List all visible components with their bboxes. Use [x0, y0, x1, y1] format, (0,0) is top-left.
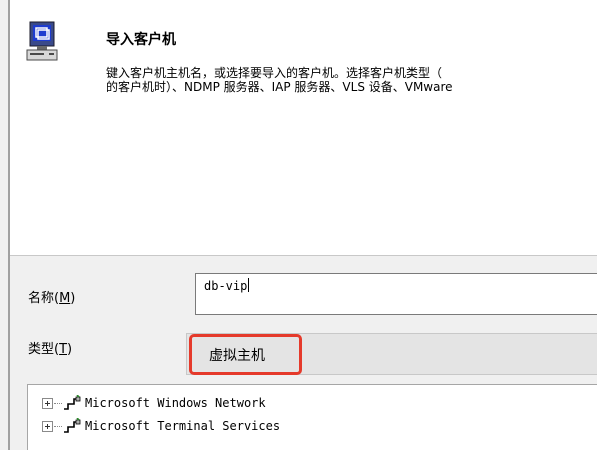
tree-item-label: Microsoft Windows Network [85, 396, 266, 410]
computer-icon [26, 21, 58, 61]
tree-connector [54, 425, 62, 427]
highlight-annotation [189, 334, 302, 375]
header-separator [10, 255, 597, 256]
dialog-description: 键入客户机主机名，或选择要导入的客户机。选择客户机类型（ 的客户机时）、NDMP… [106, 66, 597, 94]
name-label: 名称(M) [28, 291, 76, 306]
tree-connector [54, 402, 62, 404]
dialog-title: 导入客户机 [106, 32, 176, 48]
expand-icon[interactable] [42, 420, 53, 432]
tree-item-terminal-services[interactable]: Microsoft Terminal Services [42, 416, 280, 436]
client-tree[interactable]: Microsoft Windows Network Microsoft Term… [27, 384, 597, 450]
name-input-value: db-vip [204, 278, 250, 293]
text-caret [248, 278, 250, 292]
description-line-2: 的客户机时）、NDMP 服务器、IAP 服务器、VLS 设备、VMware [106, 80, 453, 94]
network-icon [64, 418, 81, 433]
name-input[interactable]: db-vip [195, 273, 597, 315]
expand-icon[interactable] [42, 397, 53, 409]
description-line-1: 键入客户机主机名，或选择要导入的客户机。选择客户机类型（ [106, 66, 443, 80]
import-client-dialog: 导入客户机 键入客户机主机名，或选择要导入的客户机。选择客户机类型（ 的客户机时… [0, 0, 597, 450]
type-label: 类型(T) [28, 342, 73, 357]
dialog-header [10, 0, 597, 255]
tree-item-windows-network[interactable]: Microsoft Windows Network [42, 393, 266, 413]
network-icon [64, 395, 81, 410]
tree-item-label: Microsoft Terminal Services [85, 419, 281, 433]
